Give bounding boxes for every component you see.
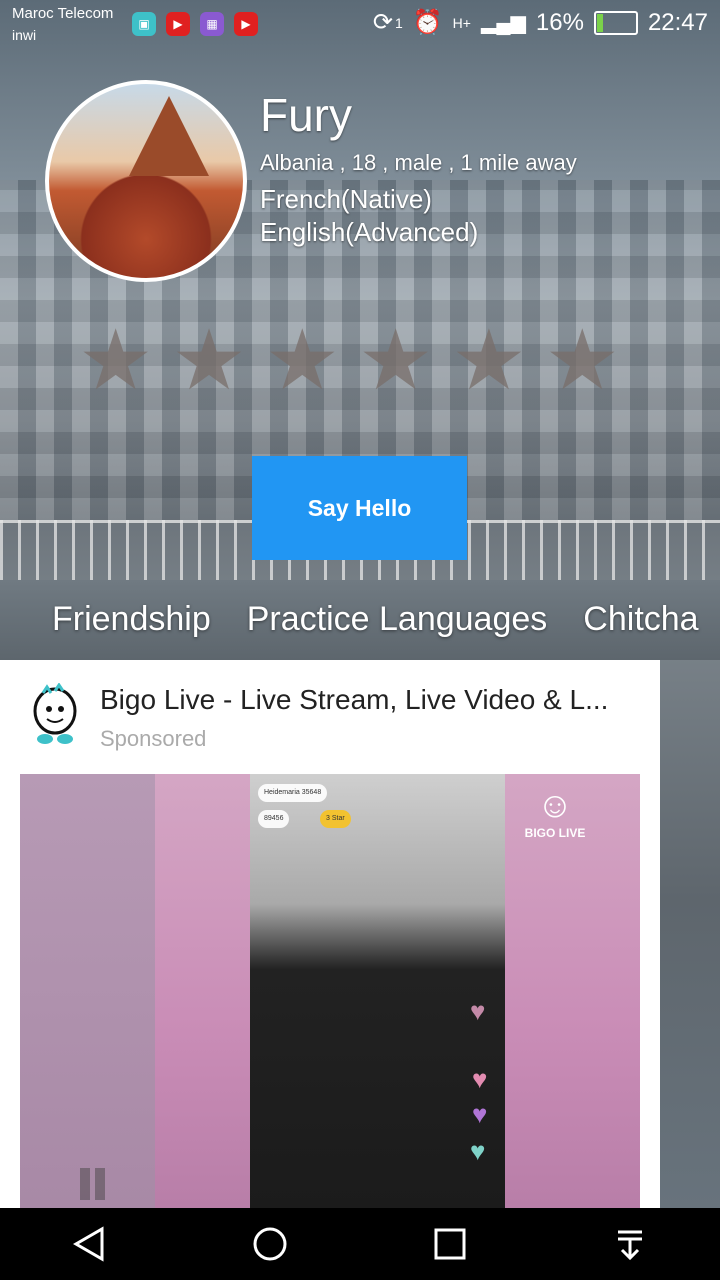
system-navigation-bar	[0, 1208, 720, 1280]
star-icon[interactable]: ★	[451, 318, 526, 402]
profile-avatar[interactable]	[45, 80, 247, 282]
notification-icons: ▣ ▶ ▦ ▶	[132, 12, 258, 36]
profile-name: Fury	[260, 89, 352, 141]
say-hello-button[interactable]: Say Hello	[252, 456, 467, 560]
pull-down-icon	[618, 1230, 642, 1261]
android-app-icon: ▣	[132, 12, 156, 36]
status-indicators: ⟳ 1 ⏰ H+ ▂▄▆ 16% 22:47	[373, 8, 708, 37]
host-badge: Heidemaria 35648	[258, 784, 328, 802]
star-icon[interactable]: ★	[358, 318, 433, 402]
youtube-icon: ▶	[166, 12, 190, 36]
sponsored-ad-card[interactable]: Bigo Live - Live Stream, Live Video & L.…	[0, 660, 660, 1208]
home-icon	[253, 1227, 287, 1261]
carrier-secondary: inwi	[12, 27, 37, 43]
profile-language-native: French(Native)	[260, 184, 432, 214]
star-icon[interactable]: ★	[265, 318, 340, 402]
interest-tags[interactable]: Friendship Practice Languages Chitcha	[52, 600, 699, 639]
interest-tag[interactable]: Practice Languages	[247, 600, 548, 639]
interest-tag[interactable]: Chitcha	[583, 600, 698, 639]
ad-sponsored-label: Sponsored	[100, 726, 207, 751]
star-icon[interactable]: ★	[545, 318, 620, 402]
bigo-mascot-icon: ☺	[536, 784, 574, 825]
ad-video-side-panel	[20, 774, 155, 1208]
sim-number: 1	[394, 14, 403, 31]
home-button[interactable]	[240, 1214, 300, 1274]
gallery-icon: ▦	[200, 12, 224, 36]
youtube-icon: ▶	[234, 12, 258, 36]
ad-title[interactable]: Bigo Live - Live Stream, Live Video & L.…	[100, 684, 640, 716]
rating-stars[interactable]: ★ ★ ★ ★ ★ ★	[78, 318, 620, 402]
host-id: 35648	[301, 789, 322, 796]
bigo-live-logo-icon[interactable]	[20, 680, 90, 750]
heart-icon: ♥	[470, 1136, 486, 1166]
status-bar: Maroc Telecom inwi ▣ ▶ ▦ ▶ ⟳ 1 ⏰ H+ ▂▄▆ …	[0, 0, 720, 50]
bigo-brand-text: BIGO LIVE	[524, 826, 586, 840]
carrier-primary: Maroc Telecom	[12, 5, 114, 22]
pause-icon[interactable]	[80, 1168, 106, 1200]
alarm-icon: ⏰	[412, 9, 443, 36]
clock: 22:47	[647, 8, 708, 36]
profile-language-advanced: English(Advanced)	[260, 217, 479, 247]
battery-icon	[593, 10, 638, 35]
back-icon	[72, 1226, 104, 1262]
coin-badge: 89456	[258, 810, 290, 828]
battery-percent: 16%	[535, 8, 584, 36]
interest-tag[interactable]: Friendship	[52, 600, 211, 639]
profile-details: Albania , 18 , male , 1 mile away	[260, 150, 577, 175]
star-icon[interactable]: ★	[78, 318, 153, 402]
bigo-live-brand: ☺ BIGO LIVE	[520, 784, 590, 840]
star-icon[interactable]: ★	[171, 318, 246, 402]
heart-icon: ♥	[472, 1064, 488, 1094]
star-level-badge: 3 Star	[320, 810, 351, 828]
recents-icon	[434, 1228, 466, 1260]
notification-pull-down-button[interactable]	[600, 1214, 660, 1274]
heart-icon: ♥	[472, 1099, 488, 1129]
back-button[interactable]	[60, 1214, 120, 1274]
signal-icon: ▂▄▆	[480, 12, 526, 34]
network-type: H+	[452, 14, 471, 31]
avatar-landscape-image	[129, 96, 209, 176]
host-name: Heidemaria	[264, 789, 300, 796]
heart-icon: ♥	[470, 996, 486, 1026]
bigo-mascot-icon	[33, 683, 77, 744]
ad-video[interactable]: Heidemaria 35648 89456 3 Star ♥ ♥ ♥ ♥ ☺ …	[20, 774, 640, 1208]
ad-phone-screen: Heidemaria 35648 89456 3 Star ♥ ♥ ♥ ♥	[250, 774, 505, 1208]
sync-icon: ⟳	[372, 9, 393, 36]
recents-button[interactable]	[420, 1214, 480, 1274]
